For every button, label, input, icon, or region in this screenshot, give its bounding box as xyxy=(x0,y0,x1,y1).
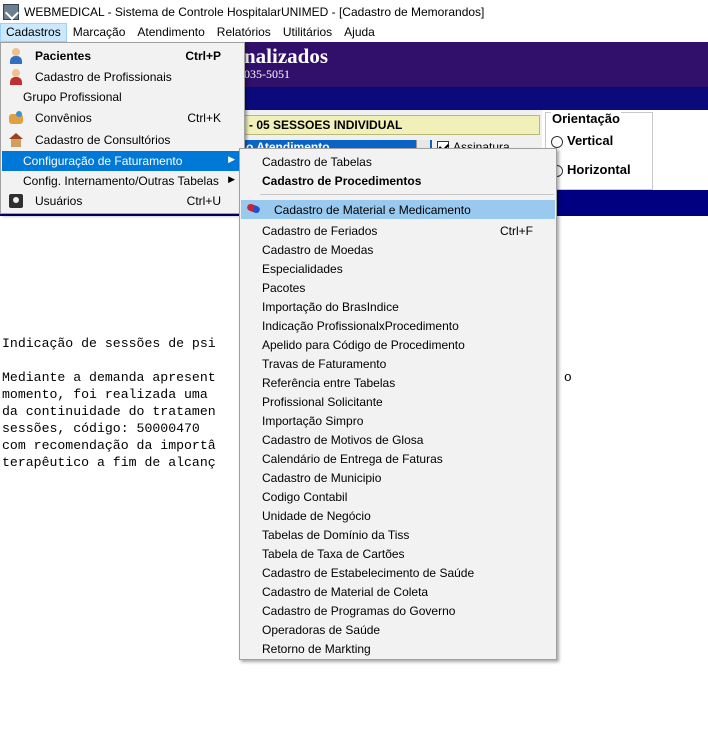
memo-line: terapêutico a fim de alcanç xyxy=(2,455,216,470)
cadastros-menu: Pacientes Ctrl+P Cadastro de Profissiona… xyxy=(0,42,245,214)
patient-icon xyxy=(8,48,24,64)
submenu-item-material-medicamento[interactable]: Cadastro de Material e Medicamento xyxy=(241,200,555,219)
submenu-item[interactable]: Operadoras de Saúde xyxy=(241,620,555,639)
submenu-item[interactable]: Pacotes xyxy=(241,278,555,297)
submenu-item[interactable]: Cadastro de Feriados Ctrl+F xyxy=(241,221,555,240)
submenu-item[interactable]: Tabela de Taxa de Cartões xyxy=(241,544,555,563)
submenu-item[interactable]: Retorno de Markting xyxy=(241,639,555,658)
submenu-item[interactable]: Cadastro de Municipio xyxy=(241,468,555,487)
submenu-item[interactable]: Cadastro de Tabelas xyxy=(241,152,555,171)
orientation-title: Orientação xyxy=(551,111,621,126)
menu-atendimento[interactable]: Atendimento xyxy=(131,23,210,42)
pill-icon xyxy=(246,202,261,215)
submenu-item[interactable]: Cadastro de Estabelecimento de Saúde xyxy=(241,563,555,582)
menu-bar: Cadastros Marcação Atendimento Relatório… xyxy=(0,23,708,42)
vertical-radio[interactable] xyxy=(551,136,563,148)
menu-item-consultorios[interactable]: Cadastro de Consultórios xyxy=(2,130,243,150)
submenu-item[interactable]: Travas de Faturamento xyxy=(241,354,555,373)
menu-item-config-internamento[interactable]: Config. Internamento/Outras Tabelas ▶ xyxy=(2,171,243,191)
submenu-item[interactable]: Importação do BrasIndice xyxy=(241,297,555,316)
submenu-arrow-icon: ▶ xyxy=(228,174,235,184)
submenu-item[interactable]: Cadastro de Programas do Governo xyxy=(241,601,555,620)
menu-marcacao[interactable]: Marcação xyxy=(67,23,132,42)
menu-item-grupo-profissional[interactable]: Grupo Profissional xyxy=(2,87,243,107)
menu-cadastros[interactable]: Cadastros xyxy=(0,23,67,42)
header-title: nalizados xyxy=(244,44,329,68)
menu-utilitarios[interactable]: Utilitários xyxy=(277,23,338,42)
submenu-item[interactable]: Calendário de Entrega de Faturas xyxy=(241,449,555,468)
menu-relatorios[interactable]: Relatórios xyxy=(211,23,277,42)
submenu-item[interactable]: Unidade de Negócio xyxy=(241,506,555,525)
submenu-item[interactable]: Profissional Solicitante xyxy=(241,392,555,411)
submenu-item[interactable]: Indicação ProfissionalxProcedimento xyxy=(241,316,555,335)
memo-line: Indicação de sessões de psi xyxy=(2,336,216,351)
submenu-item[interactable]: Cadastro de Moedas xyxy=(241,240,555,259)
submenu-item[interactable]: Apelido para Código de Procedimento xyxy=(241,335,555,354)
doctor-icon xyxy=(8,69,24,85)
submenu-item[interactable]: Referência entre Tabelas xyxy=(241,373,555,392)
vertical-label: Vertical xyxy=(567,133,614,148)
submenu-arrow-icon: ▶ xyxy=(228,154,235,164)
submenu-item[interactable]: Codigo Contabil xyxy=(241,487,555,506)
submenu-item[interactable]: Especialidades xyxy=(241,259,555,278)
window-title: WEBMEDICAL - Sistema de Controle Hospita… xyxy=(24,4,485,19)
sessions-field[interactable]: - 05 SESSOES INDIVIDUAL xyxy=(244,115,540,135)
submenu-item[interactable]: Cadastro de Material de Coleta xyxy=(241,582,555,601)
submenu-item[interactable]: Cadastro de Procedimentos xyxy=(241,171,555,190)
users-icon xyxy=(8,193,24,209)
submenu-item[interactable]: Cadastro de Motivos de Glosa xyxy=(241,430,555,449)
menu-item-pacientes[interactable]: Pacientes Ctrl+P xyxy=(2,46,243,66)
submenu-item[interactable]: Importação Simpro xyxy=(241,411,555,430)
menu-item-usuarios[interactable]: Usuários Ctrl+U xyxy=(2,191,243,211)
horizontal-label: Horizontal xyxy=(567,162,631,177)
faturamento-submenu: Cadastro de Tabelas Cadastro de Procedim… xyxy=(239,148,557,660)
menu-separator xyxy=(260,194,554,195)
menu-item-convenios[interactable]: Convênios Ctrl+K xyxy=(2,108,243,128)
menu-ajuda[interactable]: Ajuda xyxy=(338,23,381,42)
office-icon xyxy=(8,132,24,148)
app-icon xyxy=(3,3,19,20)
menu-item-profissionais[interactable]: Cadastro de Profissionais xyxy=(2,67,243,87)
menu-item-config-faturamento[interactable]: Configuração de Faturamento ▶ xyxy=(2,151,243,171)
title-bar: WEBMEDICAL - Sistema de Controle Hospita… xyxy=(0,0,708,23)
header-phone: 035-5051 xyxy=(244,67,290,81)
handshake-icon xyxy=(8,110,24,126)
submenu-item[interactable]: Tabelas de Domínio da Tiss xyxy=(241,525,555,544)
